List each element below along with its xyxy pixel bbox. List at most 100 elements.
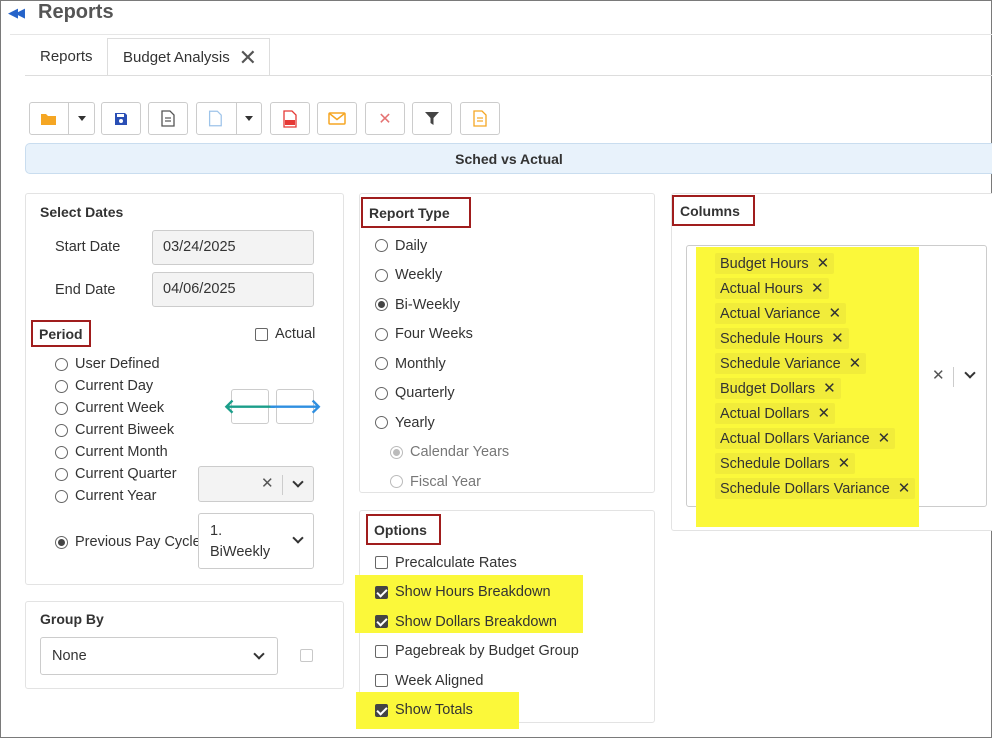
report-type-bi-weekly[interactable]: Bi-Weekly: [375, 290, 509, 320]
radio-icon[interactable]: [375, 327, 388, 341]
previous-period-button[interactable]: 🡐: [223, 389, 277, 424]
report-type-option-label: Quarterly: [395, 385, 455, 402]
remove-column-icon[interactable]: ✕: [849, 355, 862, 372]
option-show-totals[interactable]: Show Totals: [375, 696, 579, 726]
option-show-dollars-breakdown[interactable]: Show Dollars Breakdown: [375, 607, 579, 637]
radio-icon[interactable]: [375, 268, 388, 282]
caret-down-icon: [77, 116, 86, 121]
clear-all-icon[interactable]: ✕: [932, 366, 945, 384]
yearly-option-label: Calendar Years: [410, 444, 510, 461]
actual-checkbox[interactable]: Actual: [255, 324, 315, 344]
filter-button[interactable]: [412, 102, 452, 135]
multiselect-divider: [953, 367, 954, 387]
export-pdf-button[interactable]: [270, 102, 310, 135]
actual-checkbox-box[interactable]: [255, 327, 268, 341]
radio-icon: [390, 475, 403, 489]
option-label: Show Totals: [395, 702, 473, 719]
checkbox-icon[interactable]: [375, 674, 388, 688]
radio-icon[interactable]: [55, 357, 68, 371]
remove-column-icon[interactable]: ✕: [817, 405, 830, 422]
radio-icon[interactable]: [55, 535, 68, 549]
tab-budget-analysis[interactable]: Budget Analysis ✕: [107, 38, 270, 76]
report-button[interactable]: [460, 102, 500, 135]
column-chip-label: Budget Dollars: [720, 381, 816, 397]
close-tab-icon[interactable]: ✕: [239, 39, 257, 77]
report-type-daily[interactable]: Daily: [375, 231, 509, 261]
select-dates-label: Select Dates: [40, 204, 124, 220]
group-by-checkbox[interactable]: [300, 649, 313, 662]
radio-icon[interactable]: [55, 445, 68, 459]
checkbox-icon[interactable]: [375, 615, 388, 629]
column-chip: Actual Dollars Variance ✕: [715, 428, 896, 449]
period-option-previous-pay-cycle[interactable]: Previous Pay Cycle: [55, 532, 201, 552]
chevron-down-icon[interactable]: [292, 532, 304, 544]
remove-column-icon[interactable]: ✕: [831, 330, 844, 347]
period-option-current-month[interactable]: Current Month: [55, 441, 225, 463]
next-period-button[interactable]: 🡒: [268, 389, 322, 424]
period-option-current-week[interactable]: Current Week: [55, 397, 225, 419]
radio-icon[interactable]: [55, 379, 68, 393]
group-by-select[interactable]: None: [40, 637, 278, 675]
chevron-down-icon[interactable]: [253, 648, 265, 660]
new-button[interactable]: [196, 102, 262, 135]
filter-icon: [425, 112, 439, 125]
checkbox-icon[interactable]: [375, 585, 388, 599]
report-title: Sched vs Actual: [455, 151, 563, 167]
remove-column-icon[interactable]: ✕: [838, 455, 851, 472]
remove-column-icon[interactable]: ✕: [828, 305, 841, 322]
option-week-aligned[interactable]: Week Aligned: [375, 666, 579, 696]
tab-reports[interactable]: Reports: [25, 38, 108, 76]
chevron-down-icon[interactable]: [964, 367, 976, 379]
report-type-option-label: Bi-Weekly: [395, 296, 460, 313]
clear-icon[interactable]: ✕: [261, 474, 274, 492]
collapse-sidebar-icon[interactable]: ◀◀: [6, 4, 25, 22]
period-option-user-defined[interactable]: User Defined: [55, 353, 225, 375]
radio-icon[interactable]: [55, 467, 68, 481]
save-icon: [115, 112, 127, 125]
report-type-four-weeks[interactable]: Four Weeks: [375, 320, 509, 350]
radio-icon[interactable]: [375, 386, 388, 400]
column-chip-label: Budget Hours: [720, 256, 809, 272]
option-pagebreak-by-budget-group[interactable]: Pagebreak by Budget Group: [375, 637, 579, 667]
checkbox-icon[interactable]: [375, 703, 388, 717]
radio-icon[interactable]: [375, 416, 388, 430]
end-date-input[interactable]: 04/06/2025: [152, 272, 314, 307]
remove-column-icon[interactable]: ✕: [817, 255, 830, 272]
radio-icon[interactable]: [55, 489, 68, 503]
remove-column-icon[interactable]: ✕: [898, 480, 911, 497]
remove-column-icon[interactable]: ✕: [811, 280, 824, 297]
delete-icon: ✕: [378, 110, 392, 128]
report-type-weekly[interactable]: Weekly: [375, 261, 509, 291]
report-type-yearly[interactable]: Yearly: [375, 408, 509, 438]
report-type-quarterly[interactable]: Quarterly: [375, 379, 509, 409]
start-date-input[interactable]: 03/24/2025: [152, 230, 314, 265]
delete-button[interactable]: ✕: [365, 102, 405, 135]
period-option-label: User Defined: [75, 356, 160, 372]
chevron-down-icon[interactable]: [292, 476, 304, 488]
new-dropdown-button[interactable]: [235, 103, 261, 134]
report-type-monthly[interactable]: Monthly: [375, 349, 509, 379]
checkbox-icon[interactable]: [375, 556, 388, 570]
open-button[interactable]: [29, 102, 95, 135]
period-option-current-biweek[interactable]: Current Biweek: [55, 419, 225, 441]
view-report-button[interactable]: [148, 102, 188, 135]
option-precalculate-rates[interactable]: Precalculate Rates: [375, 548, 579, 578]
remove-column-icon[interactable]: ✕: [823, 380, 836, 397]
open-dropdown-button[interactable]: [68, 103, 94, 134]
remove-column-icon[interactable]: ✕: [878, 430, 891, 447]
save-button[interactable]: [101, 102, 141, 135]
radio-icon[interactable]: [375, 239, 388, 253]
yearly-calendar-years: Calendar Years: [375, 438, 509, 468]
radio-icon[interactable]: [55, 401, 68, 415]
period-label: Period: [31, 320, 91, 347]
pay-cycle-select[interactable]: 1. BiWeekly: [198, 513, 314, 569]
option-show-hours-breakdown[interactable]: Show Hours Breakdown: [375, 578, 579, 608]
period-option-current-day[interactable]: Current Day: [55, 375, 225, 397]
radio-icon[interactable]: [375, 298, 388, 312]
radio-icon[interactable]: [375, 357, 388, 371]
radio-icon[interactable]: [55, 423, 68, 437]
checkbox-icon[interactable]: [375, 644, 388, 658]
select-divider: [282, 475, 283, 495]
email-button[interactable]: [317, 102, 357, 135]
quarter-select[interactable]: ✕: [198, 466, 314, 502]
